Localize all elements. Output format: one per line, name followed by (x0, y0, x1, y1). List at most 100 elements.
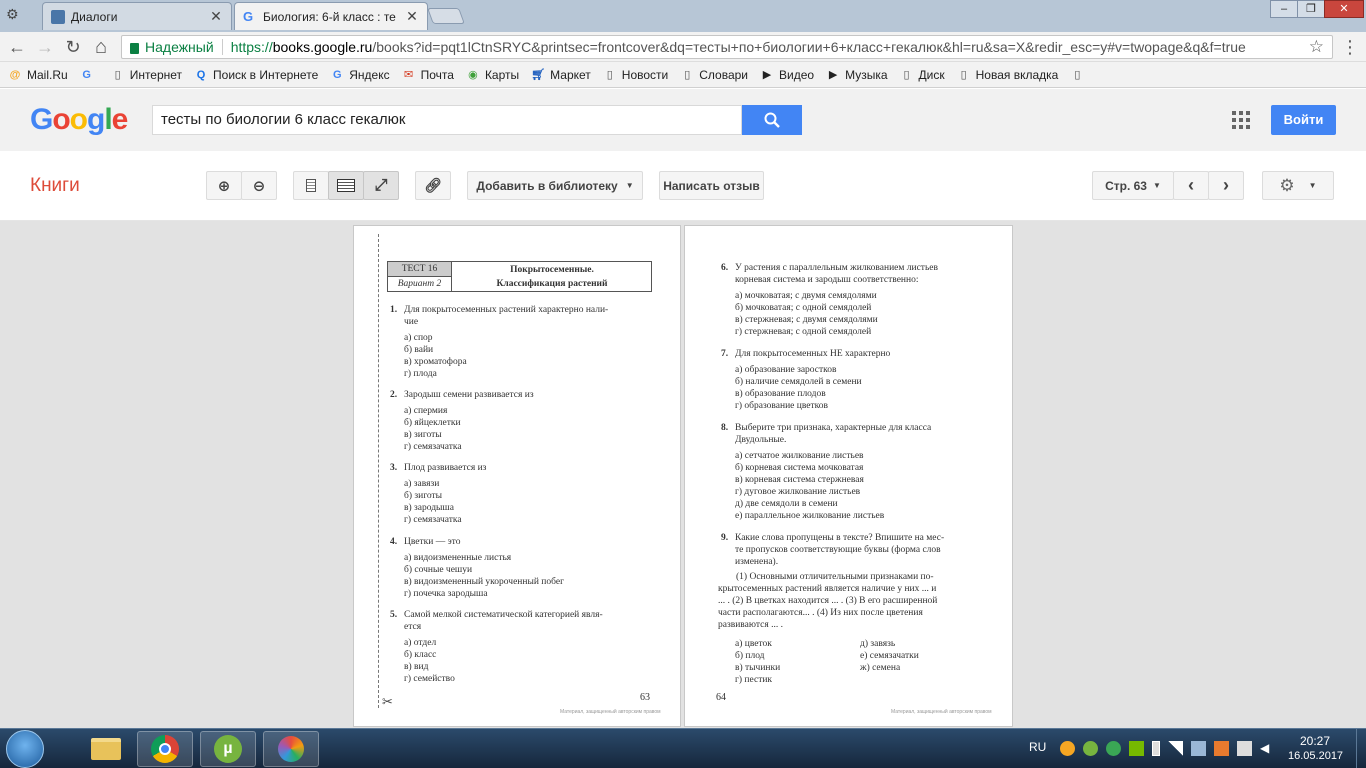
settings-button[interactable]: ⚙ ▼ (1262, 171, 1334, 200)
bookmark-item[interactable]: G (80, 68, 99, 82)
show-desktop-button[interactable] (1356, 729, 1366, 768)
question-number: 8. (721, 423, 729, 433)
battery-icon[interactable] (1152, 741, 1160, 756)
bookmark-item[interactable]: ▯ Новая вкладка (957, 68, 1059, 82)
volume-icon[interactable]: ◀ (1260, 741, 1275, 756)
copyright-note: Материал, защищенный авторским правом (560, 709, 661, 715)
close-icon[interactable]: ✕ (209, 8, 223, 25)
utorrent-tray-icon[interactable] (1083, 741, 1098, 756)
signal-icon[interactable] (1168, 741, 1183, 756)
cart-icon: 🛒︎ (531, 69, 546, 81)
tab-biology[interactable]: G Биология: 6-й класс : те ✕ (234, 2, 428, 30)
next-page-button[interactable]: › (1208, 171, 1244, 200)
test-variant: Вариант 2 (388, 277, 452, 292)
bookmark-item[interactable]: 🛒︎ Маркет (531, 68, 591, 82)
restore-button[interactable]: ❐ (1297, 0, 1325, 18)
single-page-icon (306, 179, 316, 192)
bookmark-item[interactable]: ▶ Музыка (826, 68, 888, 82)
tab-title: Биология: 6-й класс : те (263, 9, 396, 24)
bookmark-item[interactable]: ▯ (1070, 68, 1089, 82)
bookmark-item[interactable]: @ Mail.Ru (8, 68, 68, 82)
search-icon (764, 112, 780, 128)
forward-button[interactable]: → (33, 35, 57, 59)
address-bar[interactable]: Надежный https://books.google.ru/books?i… (121, 35, 1333, 59)
search-input[interactable]: тесты по биологии 6 класс гекалюк (152, 105, 742, 135)
start-button[interactable] (6, 730, 44, 768)
books-section-title[interactable]: Книги (30, 175, 80, 197)
bookmark-label: Почта (420, 67, 454, 82)
vk-icon (51, 9, 65, 24)
minimize-button[interactable]: – (1270, 0, 1298, 18)
bookmark-star-icon[interactable]: ☆ (1309, 37, 1324, 57)
bookmark-item[interactable]: ◉ Карты (466, 68, 519, 82)
chrome-icon (151, 735, 179, 763)
search-button[interactable] (742, 105, 802, 135)
link-button[interactable]: 🔗︎ (415, 171, 451, 200)
taskbar-chrome[interactable] (137, 731, 193, 767)
bookmark-item[interactable]: ▯ Диск (900, 68, 945, 82)
answers-left: а) цветок б) плод в) тычинки г) пестик (735, 638, 780, 686)
new-tab-button[interactable] (427, 8, 465, 24)
two-page-button[interactable] (328, 171, 364, 200)
question: 6. У растения с параллельным жилкованием … (721, 262, 985, 338)
bookmark-item[interactable]: ✉ Почта (402, 68, 454, 82)
book-viewer[interactable]: ✂ ТЕСТ 16 Вариант 2 Покрытосеменные. Кла… (0, 221, 1366, 729)
taskbar-explorer[interactable] (78, 731, 134, 767)
left-page[interactable]: ✂ ТЕСТ 16 Вариант 2 Покрытосеменные. Кла… (353, 225, 681, 727)
google-logo[interactable]: Google (30, 103, 128, 137)
fullscreen-button[interactable]: ⤢ (363, 171, 399, 200)
question-number: 5. (390, 610, 398, 620)
bookmark-item[interactable]: ▯ Новости (603, 68, 668, 82)
apps-grid-icon[interactable] (1232, 111, 1250, 129)
cut-line (378, 234, 379, 708)
question-text: Зародыш семени развивается из (404, 389, 654, 401)
tab-dialogs[interactable]: Диалоги ✕ (42, 2, 232, 30)
zoom-in-button[interactable]: ⊕ (206, 171, 242, 200)
home-button[interactable]: ⌂ (89, 35, 113, 59)
tray-app-icon[interactable] (1060, 741, 1075, 756)
single-page-button[interactable] (293, 171, 329, 200)
flag-icon[interactable] (1237, 741, 1252, 756)
browser-menu-icon[interactable]: ⋮ (1340, 35, 1360, 59)
language-indicator[interactable]: RU (1029, 740, 1046, 754)
prev-page-button[interactable]: ‹ (1173, 171, 1209, 200)
zoom-out-button[interactable]: ⊖ (241, 171, 277, 200)
taskbar-picasa[interactable] (263, 731, 319, 767)
bookmark-item[interactable]: G Яндекс (330, 68, 390, 82)
write-review-button[interactable]: Написать отзыв (659, 171, 764, 200)
books-toolbar: Книги ⊕ ⊖ ⤢ 🔗︎ Добавить в библиотеку ▼ На… (0, 151, 1366, 221)
page-icon: ▯ (606, 69, 613, 81)
network-tray-icon[interactable] (1191, 741, 1206, 756)
refresh-tray-icon[interactable] (1106, 741, 1121, 756)
zoom-in-icon: ⊕ (217, 177, 231, 195)
question-number: 2. (390, 390, 398, 400)
back-button[interactable]: ← (5, 35, 29, 59)
add-to-library-button[interactable]: Добавить в библиотеку ▼ (467, 171, 643, 200)
taskbar-utorrent[interactable]: µ (200, 731, 256, 767)
nvidia-icon[interactable] (1129, 741, 1144, 756)
clock-time[interactable]: 20:27 (1300, 734, 1330, 748)
close-icon[interactable]: ✕ (405, 8, 419, 25)
page-select[interactable]: Стр. 63 ▼ (1092, 171, 1174, 200)
url-path: /books?id=pqt1lCtnSRYC&printsec=frontcov… (372, 39, 1246, 55)
window-menu-icon[interactable]: ⚙ (6, 6, 26, 24)
answer-option: а) отдел (404, 638, 437, 648)
answer-option: а) завязи (404, 479, 440, 489)
divider (221, 39, 223, 55)
reload-button[interactable]: ↻ (61, 35, 85, 59)
tools-tray-icon[interactable] (1214, 741, 1229, 756)
bookmark-item[interactable]: ▯ Словари (680, 68, 748, 82)
close-window-button[interactable]: ✕ (1324, 0, 1364, 18)
google-icon: G (332, 68, 342, 81)
bookmark-item[interactable]: ▯ Интернет (111, 68, 182, 82)
answer-option: г) плода (404, 369, 437, 379)
bookmark-item[interactable]: Q Поиск в Интернете (194, 68, 318, 82)
options: а) сетчатое жилкование листьев б) корнева… (735, 450, 985, 522)
clock-date[interactable]: 16.05.2017 (1288, 750, 1343, 762)
passage-line: ... . (2) В цветках находится ... . (3) … (718, 596, 938, 606)
signin-button[interactable]: Войти (1271, 105, 1336, 135)
question-text: Цветки — это (404, 536, 654, 548)
right-page[interactable]: 6. У растения с параллельным жилкованием … (684, 225, 1013, 727)
bookmark-item[interactable]: ▶ Видео (760, 68, 814, 82)
answer-option: в) тычинки (735, 663, 781, 673)
